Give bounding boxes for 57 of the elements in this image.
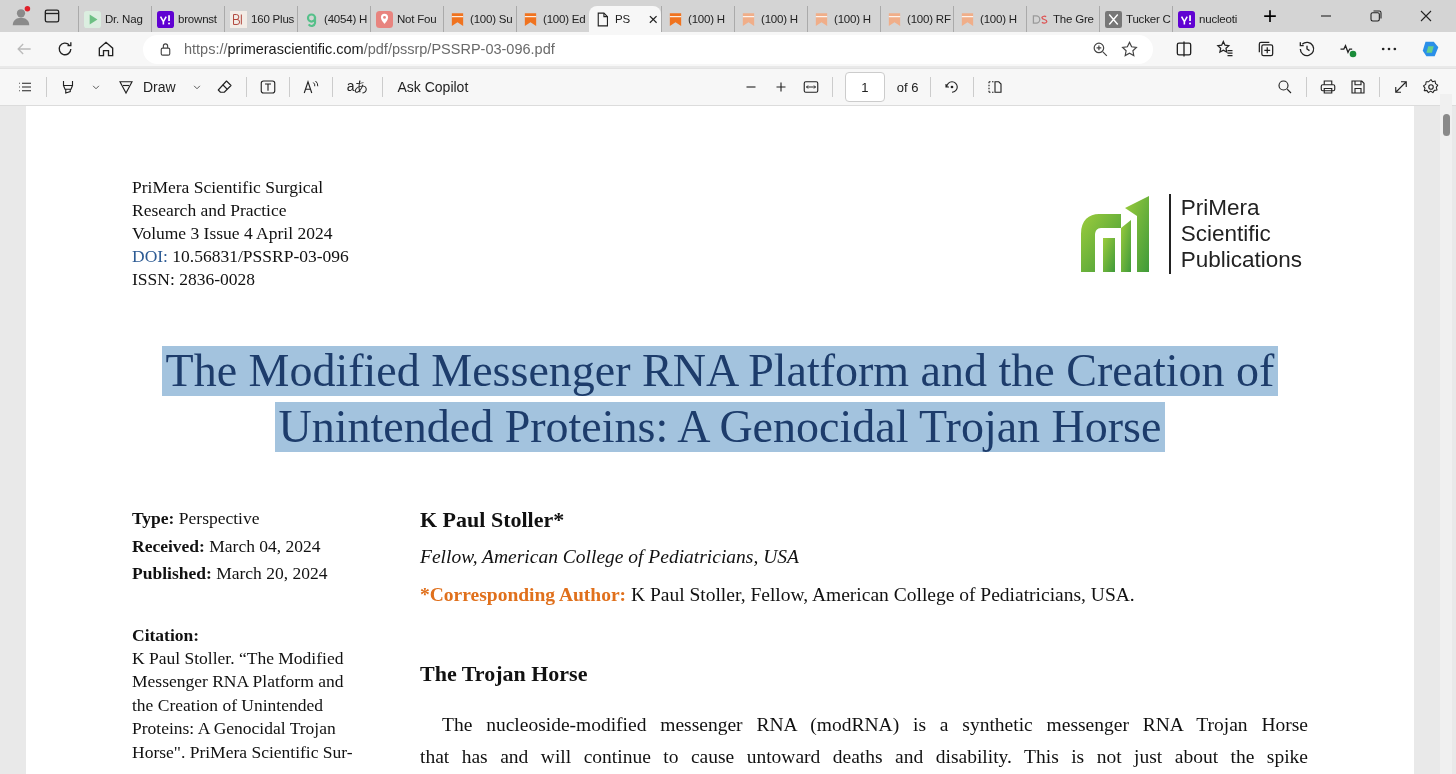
save-icon[interactable] xyxy=(1349,78,1367,96)
yahoo-icon xyxy=(157,10,174,28)
section-heading: The Trojan Horse xyxy=(420,660,589,688)
metadata-line: Received: March 04, 2024 xyxy=(132,534,322,558)
issn-line: ISSN: 2836-0028 xyxy=(132,268,256,291)
bi-logo-icon xyxy=(230,10,247,28)
favorites-icon[interactable] xyxy=(1215,39,1235,59)
author-name: K Paul Stoller* xyxy=(420,506,566,534)
bookmark-icon xyxy=(813,10,830,28)
bookmark-icon xyxy=(667,10,684,28)
journal-info-line: Research and Practice xyxy=(132,199,288,222)
new-tab-button[interactable]: + xyxy=(1263,4,1277,28)
publisher-name: PriMera Scientific Publications xyxy=(1180,194,1302,273)
print-icon[interactable] xyxy=(1319,78,1337,96)
journal-info-line: PriMera Scientific Surgical xyxy=(132,176,325,199)
page-number-field[interactable]: 1 xyxy=(844,72,885,102)
settings-icon[interactable] xyxy=(1422,78,1440,96)
collections-icon[interactable] xyxy=(1256,39,1276,59)
draw-button[interactable]: Draw xyxy=(115,76,178,98)
profile-icon[interactable] xyxy=(10,5,32,27)
address-field[interactable]: https://primerascientific.com/pdf/pssrp/PSSRP-03-096.pdf xyxy=(184,41,555,57)
metadata-line: Type: Perspective xyxy=(132,507,261,530)
journal-info-line: Volume 3 Issue 4 April 2024 xyxy=(132,222,334,245)
history-icon[interactable] xyxy=(1297,39,1317,59)
ask-copilot-button[interactable]: Ask Copilot xyxy=(395,77,471,97)
eraser-icon[interactable] xyxy=(215,78,234,96)
x-logo-icon xyxy=(1105,10,1122,28)
bookmark-icon xyxy=(886,10,903,28)
page-view-icon[interactable] xyxy=(986,78,1005,96)
expand-icon[interactable] xyxy=(1392,78,1410,96)
close-tab-button[interactable]: × xyxy=(648,10,658,28)
home-icon[interactable] xyxy=(96,39,116,59)
bookmark-icon xyxy=(522,10,539,28)
affiliation: Fellow, American College of Pediatricians, USA xyxy=(420,545,800,569)
scrollbar[interactable] xyxy=(1440,94,1452,774)
corresponding-author: *Corresponding Author: K Paul Stoller, Fellow, American College of Pediatricians, USA. xyxy=(420,583,1136,607)
text-box-icon[interactable] xyxy=(258,78,277,96)
doi-line: DOI: 10.56831/PSSRP-03-096 xyxy=(132,245,349,268)
pin-icon xyxy=(376,10,393,28)
bookmark-icon xyxy=(740,10,757,28)
yahoo-icon xyxy=(1178,10,1195,28)
fit-width-icon[interactable] xyxy=(801,78,820,96)
play-icon xyxy=(84,10,101,28)
citation-text: K Paul Stoller. “The Modified Messenger RNA Platform and the Creation of Unintended Proteins: A Genocidal Trojan Horse". PriMera Scientific Sur- xyxy=(132,646,354,764)
bookmark-icon xyxy=(449,10,466,28)
read-aloud-icon[interactable] xyxy=(301,78,320,96)
browser-tab[interactable]: PS × xyxy=(589,6,661,32)
metadata-line: Published: March 20, 2024 xyxy=(132,562,329,585)
translate-button[interactable]: aあ xyxy=(344,76,371,98)
body-paragraph: The nucleoside-modified messenger RNA (modRNA) is a synthetic messenger RNA Trojan Horse that has and will continue to cause untoward deaths and disability. This is not just about the spike xyxy=(420,713,1308,769)
bookmark-icon xyxy=(959,10,976,28)
pen-icon xyxy=(117,78,135,96)
citation-label: Citation: xyxy=(132,623,201,647)
page-count: of 6 xyxy=(896,79,919,95)
favorite-star-icon[interactable] xyxy=(1120,39,1139,59)
split-screen-icon[interactable] xyxy=(1174,39,1194,59)
search-icon[interactable] xyxy=(1276,78,1294,96)
